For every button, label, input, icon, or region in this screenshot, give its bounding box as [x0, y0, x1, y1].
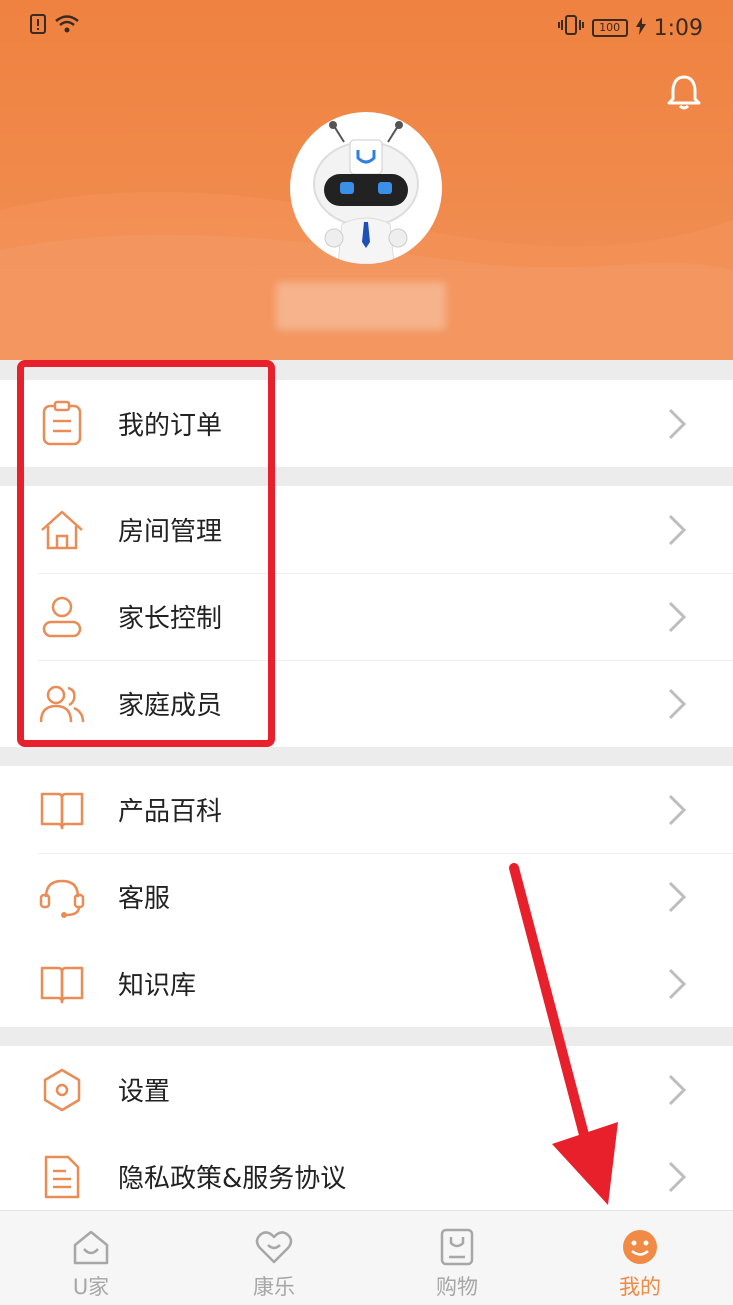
book-icon [40, 966, 84, 1003]
chevron-right-icon [668, 881, 687, 912]
highlight-box-annotation [17, 360, 275, 747]
username-blurred [276, 282, 446, 330]
document-icon [44, 1155, 80, 1198]
menu-item-product-encyclopedia[interactable]: 产品百科 [0, 766, 733, 853]
tab-label: 康乐 [253, 1275, 295, 1299]
smiley-icon [623, 1230, 657, 1264]
menu-item-label: 客服 [118, 884, 171, 914]
robot-avatar-icon [313, 121, 419, 264]
book-icon [40, 792, 84, 829]
chevron-right-icon [668, 1161, 687, 1192]
menu-item-label: 隐私政策&服务协议 [118, 1164, 347, 1194]
vibrate-icon [557, 14, 584, 42]
sim-alert-icon [30, 14, 46, 40]
tab-label: 购物 [436, 1275, 478, 1299]
shopping-bag-icon [440, 1228, 474, 1266]
tab-shopping[interactable]: 购物 [397, 1211, 517, 1305]
chevron-right-icon [668, 408, 687, 439]
bell-icon[interactable] [664, 72, 704, 112]
chevron-right-icon [668, 688, 687, 719]
tab-leisure[interactable]: 康乐 [214, 1211, 334, 1305]
headset-icon [39, 879, 85, 918]
tab-label: 我的 [619, 1275, 661, 1299]
tab-mine[interactable]: 我的 [580, 1211, 700, 1305]
home-u-icon [73, 1230, 109, 1265]
chevron-right-icon [668, 794, 687, 825]
chevron-right-icon [668, 1074, 687, 1105]
menu-item-label: 产品百科 [118, 797, 223, 827]
battery-indicator: 100 [591, 19, 628, 37]
chevron-right-icon [668, 968, 687, 999]
tab-u-home[interactable]: U家 [31, 1211, 151, 1305]
chevron-right-icon [668, 601, 687, 632]
menu-item-label: 知识库 [118, 971, 197, 1001]
profile-header: 100 1:09 [0, 0, 733, 360]
avatar[interactable] [290, 112, 442, 264]
menu-item-label: 设置 [118, 1077, 171, 1107]
hexagon-gear-icon [43, 1068, 81, 1111]
red-arrow-annotation [509, 863, 618, 1205]
chevron-right-icon [668, 514, 687, 545]
wifi-icon [54, 14, 80, 40]
status-bar: 100 1:09 [0, 0, 733, 58]
status-time: 1:09 [653, 15, 703, 41]
heart-icon [255, 1231, 293, 1264]
tab-label: U家 [72, 1275, 110, 1299]
bottom-nav: U家 康乐 购物 我的 [0, 1210, 733, 1305]
charging-icon [635, 16, 646, 41]
